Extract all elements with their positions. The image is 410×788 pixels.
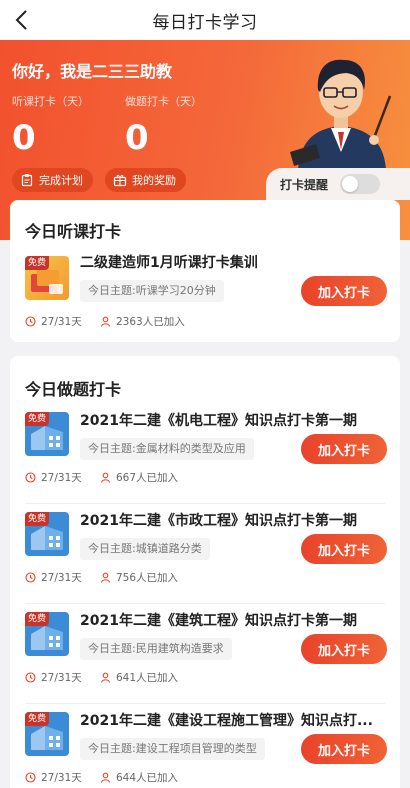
listen-section-title: 今日听课打卡 — [25, 222, 122, 241]
join-button[interactable]: 加入打卡 — [301, 734, 387, 764]
nav-bar: 每日打卡学习 — [0, 0, 410, 40]
joined-text: 641人已加入 — [116, 672, 179, 684]
clock-icon — [25, 672, 36, 683]
clipboard-icon — [21, 174, 33, 187]
progress-text: 27/31天 — [41, 572, 82, 584]
free-badge: 免费 — [25, 412, 50, 426]
progress-text: 27/31天 — [41, 472, 82, 484]
clock-icon — [25, 572, 36, 583]
join-button[interactable]: 加入打卡 — [301, 534, 387, 564]
course-thumbnail: 免费 — [25, 612, 69, 656]
progress-meta: 27/31天 — [25, 314, 82, 329]
list-item: 免费 二级建造师1月听课打卡集训 今日主题:听课学习20分钟 加入打卡 27/3… — [10, 242, 400, 342]
page-title: 每日打卡学习 — [152, 12, 258, 33]
plan-button-label: 完成计划 — [39, 174, 83, 187]
joined-text: 644人已加入 — [116, 772, 179, 784]
list-item: 免费 2021年二建《机电工程》知识点打卡第一期 今日主题:金属材料的类型及应用 加入… — [10, 404, 400, 504]
listen-section-card: 今日听课打卡 免费 二级建造师1月听课打卡集训 今日主题:听课学习20分钟 加入… — [10, 200, 400, 342]
listen-days-label: 听课打卡（天） — [12, 95, 89, 108]
practice-days-label: 做题打卡（天） — [125, 95, 202, 108]
toggle-knob — [342, 176, 359, 192]
joined-meta: 644人已加入 — [100, 770, 178, 785]
reward-button-label: 我的奖励 — [132, 174, 176, 187]
plan-button[interactable]: 完成计划 — [12, 168, 93, 192]
person-icon — [100, 572, 111, 583]
join-button[interactable]: 加入打卡 — [301, 634, 387, 664]
course-topic: 今日主题:听课学习20分钟 — [80, 280, 224, 302]
course-title[interactable]: 2021年二建《机电工程》知识点打卡第一期 — [80, 410, 380, 430]
course-thumbnail: 免费 — [25, 412, 69, 456]
person-icon — [100, 672, 111, 683]
greeting-text: 你好，我是二三三助教 — [12, 62, 173, 81]
joined-text: 756人已加入 — [116, 572, 179, 584]
person-icon — [100, 472, 111, 483]
joined-meta: 641人已加入 — [100, 670, 178, 685]
progress-meta: 27/31天 — [25, 770, 82, 785]
join-button[interactable]: 加入打卡 — [301, 434, 387, 464]
free-badge: 免费 — [25, 612, 50, 626]
reminder-toggle[interactable] — [340, 174, 381, 194]
reward-button[interactable]: 我的奖励 — [105, 168, 186, 192]
person-icon — [100, 772, 111, 783]
list-item: 免费 2021年二建《建筑工程》知识点打卡第一期 今日主题:民用建筑构造要求 加入打卡… — [10, 604, 400, 704]
clock-icon — [25, 472, 36, 483]
join-button[interactable]: 加入打卡 — [301, 276, 387, 306]
free-badge: 免费 — [25, 712, 50, 726]
joined-meta: 756人已加入 — [100, 570, 178, 585]
course-title[interactable]: 2021年二建《市政工程》知识点打卡第一期 — [80, 510, 380, 530]
clock-icon — [25, 772, 36, 783]
joined-meta: 667人已加入 — [100, 470, 178, 485]
course-title[interactable]: 2021年二建《建筑工程》知识点打卡第一期 — [80, 610, 380, 630]
list-item: 免费 2021年二建《建设工程施工管理》知识点打... 今日主题:建设工程项目管理的… — [10, 704, 400, 788]
course-topic: 今日主题:城镇道路分类 — [80, 538, 210, 560]
gift-icon — [113, 174, 127, 187]
clock-icon — [25, 316, 36, 327]
joined-text: 2363人已加入 — [116, 316, 185, 328]
practice-days-value: 0 — [125, 118, 149, 158]
progress-text: 27/31天 — [41, 316, 82, 328]
course-topic: 今日主题:金属材料的类型及应用 — [80, 438, 254, 460]
progress-text: 27/31天 — [41, 772, 82, 784]
reminder-panel: 打卡提醒 — [266, 168, 410, 200]
person-icon — [100, 316, 111, 327]
list-item: 免费 2021年二建《市政工程》知识点打卡第一期 今日主题:城镇道路分类 加入打卡 27… — [10, 504, 400, 604]
progress-text: 27/31天 — [41, 672, 82, 684]
course-title[interactable]: 二级建造师1月听课打卡集训 — [80, 252, 380, 272]
progress-meta: 27/31天 — [25, 570, 82, 585]
reminder-label: 打卡提醒 — [280, 177, 329, 192]
back-arrow-icon[interactable] — [10, 7, 36, 33]
practice-section-title: 今日做题打卡 — [25, 380, 122, 399]
course-thumbnail: 免费 — [25, 256, 69, 300]
course-topic: 今日主题:建设工程项目管理的类型 — [80, 738, 265, 760]
assistant-illustration — [290, 59, 392, 170]
practice-section-card: 今日做题打卡 免费 2021年二建《机电工程》知识点打卡第一期 今日主题:金属材料的… — [10, 356, 400, 788]
listen-days-value: 0 — [12, 118, 36, 158]
progress-meta: 27/31天 — [25, 670, 82, 685]
course-topic: 今日主题:民用建筑构造要求 — [80, 638, 232, 660]
progress-meta: 27/31天 — [25, 470, 82, 485]
joined-text: 667人已加入 — [116, 472, 179, 484]
course-thumbnail: 免费 — [25, 712, 69, 756]
course-thumbnail: 免费 — [25, 512, 69, 556]
free-badge: 免费 — [25, 512, 50, 526]
course-title[interactable]: 2021年二建《建设工程施工管理》知识点打... — [80, 710, 380, 730]
free-badge: 免费 — [25, 256, 50, 270]
joined-meta: 2363人已加入 — [100, 314, 185, 329]
